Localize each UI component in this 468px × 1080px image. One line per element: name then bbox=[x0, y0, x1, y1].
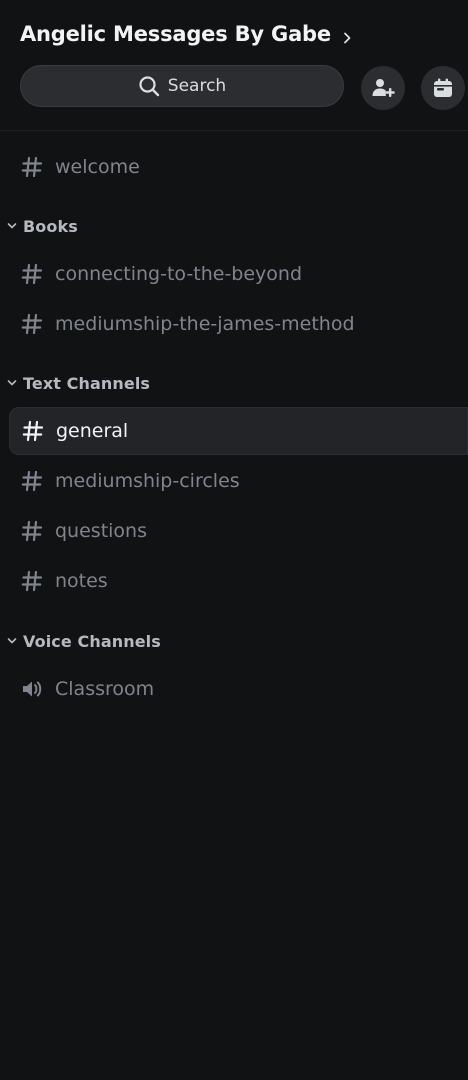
channel-notes[interactable]: notes bbox=[9, 557, 468, 605]
channel-general[interactable]: general bbox=[9, 407, 468, 455]
chevron-down-icon bbox=[6, 377, 18, 389]
search-button[interactable]: Search bbox=[20, 65, 344, 107]
hash-icon bbox=[21, 470, 43, 492]
channel-sidebar: Angelic Messages By Gabe Search welcome … bbox=[0, 0, 468, 1080]
invite-members-button[interactable] bbox=[361, 66, 405, 110]
category-label: Books bbox=[23, 216, 78, 236]
channel-label: Classroom bbox=[55, 678, 155, 700]
channel-classroom[interactable]: Classroom bbox=[9, 665, 468, 713]
hash-icon bbox=[21, 570, 43, 592]
add-member-icon bbox=[371, 76, 395, 100]
hash-icon bbox=[21, 263, 43, 285]
channel-mediumship-circles[interactable]: mediumship-circles bbox=[9, 457, 468, 505]
search-label: Search bbox=[167, 76, 227, 96]
speaker-icon bbox=[21, 678, 43, 700]
category-books[interactable]: Books bbox=[6, 214, 78, 238]
server-name: Angelic Messages By Gabe bbox=[20, 22, 331, 46]
category-label: Text Channels bbox=[23, 373, 151, 393]
category-voice-channels[interactable]: Voice Channels bbox=[6, 629, 161, 653]
channel-label: welcome bbox=[55, 156, 140, 178]
search-icon bbox=[138, 75, 160, 97]
hash-icon bbox=[21, 156, 43, 178]
hash-icon bbox=[21, 313, 43, 335]
chevron-down-icon bbox=[6, 635, 18, 647]
channel-label: mediumship-circles bbox=[55, 470, 240, 492]
channel-mediumship-the-james-method[interactable]: mediumship-the-james-method bbox=[9, 300, 468, 348]
channel-label: questions bbox=[55, 520, 147, 542]
channel-questions[interactable]: questions bbox=[9, 507, 468, 555]
server-name-button[interactable]: Angelic Messages By Gabe bbox=[20, 22, 353, 46]
hash-icon bbox=[22, 420, 44, 442]
calendar-icon bbox=[432, 77, 454, 99]
hash-icon bbox=[21, 520, 43, 542]
channel-label: mediumship-the-james-method bbox=[55, 313, 355, 335]
channel-connecting-to-the-beyond[interactable]: connecting-to-the-beyond bbox=[9, 250, 468, 298]
chevron-down-icon bbox=[6, 220, 18, 232]
server-header: Angelic Messages By Gabe Search bbox=[0, 0, 468, 131]
chevron-right-icon bbox=[341, 29, 353, 44]
category-label: Voice Channels bbox=[23, 631, 161, 651]
channel-label: general bbox=[56, 420, 129, 442]
category-text-channels[interactable]: Text Channels bbox=[6, 371, 150, 395]
channel-label: notes bbox=[55, 570, 108, 592]
channel-welcome[interactable]: welcome bbox=[9, 143, 468, 191]
channel-label: connecting-to-the-beyond bbox=[55, 263, 303, 285]
events-button[interactable] bbox=[421, 66, 465, 110]
